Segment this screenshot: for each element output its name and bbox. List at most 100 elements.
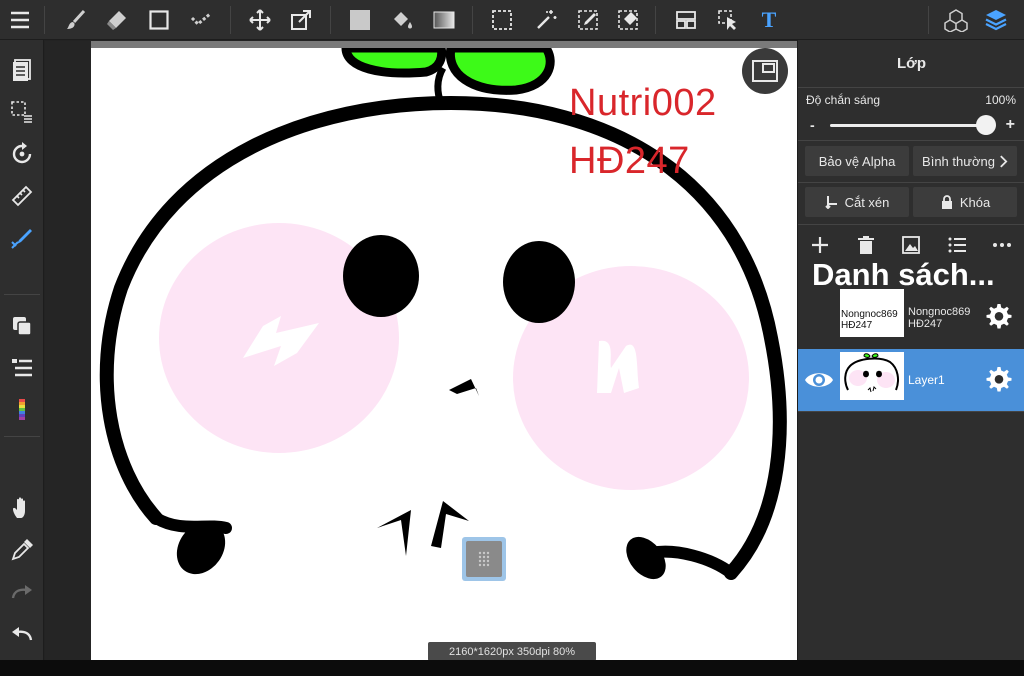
watermark-line-2: HĐ247 xyxy=(569,140,690,182)
drag-handle[interactable] xyxy=(462,537,506,581)
layer-copy-icon[interactable] xyxy=(6,310,38,342)
layer-row[interactable]: Nongnoc869 HĐ247 Nongnoc869 HĐ247 xyxy=(798,286,1024,348)
delete-layer-button[interactable] xyxy=(851,234,881,256)
lock-label: Khóa xyxy=(959,194,991,210)
eyedropper-icon[interactable] xyxy=(6,534,38,566)
layer-name-line-2: HĐ247 xyxy=(908,318,943,330)
brush-icon[interactable] xyxy=(60,4,92,36)
layers-icon[interactable] xyxy=(980,4,1012,36)
blend-mode-button[interactable]: Bình thường xyxy=(913,146,1017,176)
lock-button[interactable]: Khóa xyxy=(913,187,1017,217)
alpha-protect-button[interactable]: Bảo vệ Alpha xyxy=(805,146,909,176)
panel-layout-icon[interactable] xyxy=(670,4,702,36)
more-options-button[interactable] xyxy=(987,234,1017,256)
navigator-icon xyxy=(752,60,778,82)
panel-divider xyxy=(798,224,1024,225)
toolbar-divider xyxy=(472,6,473,34)
thumbnail-text-2: HĐ247 xyxy=(841,320,873,331)
thumbnail-text-1: Nongnoc869 xyxy=(841,309,898,320)
snap-pen-icon[interactable] xyxy=(6,222,38,254)
lock-icon xyxy=(941,195,952,209)
hand-icon[interactable] xyxy=(6,492,38,524)
top-toolbar: T xyxy=(0,0,1024,40)
canvas-edge xyxy=(91,41,797,48)
clipping-icon xyxy=(824,196,837,209)
watermark-line-1: Nutri002 xyxy=(569,82,717,124)
grip-icon xyxy=(478,551,490,567)
toolbar-divider xyxy=(230,6,231,34)
magic-wand-icon[interactable] xyxy=(530,4,562,36)
drawing-canvas[interactable]: Nutri002 HĐ247 xyxy=(91,48,797,660)
app-window: T Nutri002 HĐ247 2160*1620px 350dpi 80% … xyxy=(0,0,1024,676)
canvas-area[interactable]: Nutri002 HĐ247 xyxy=(45,41,797,660)
ruler-icon[interactable] xyxy=(6,180,38,212)
layer-thumbnail-art xyxy=(844,353,899,393)
clipping-label: Cắt xén xyxy=(844,194,890,210)
move-icon[interactable] xyxy=(244,4,276,36)
bottom-strip xyxy=(0,660,1024,676)
undo-icon[interactable] xyxy=(6,618,38,650)
select-eraser-icon[interactable] xyxy=(612,4,644,36)
clipping-button[interactable]: Cắt xén xyxy=(805,187,909,217)
layer-list-icon[interactable] xyxy=(6,352,38,384)
select-rect-icon[interactable] xyxy=(486,4,518,36)
color-palette-icon[interactable] xyxy=(6,394,38,426)
redo-icon[interactable] xyxy=(6,576,38,608)
material-icon[interactable] xyxy=(940,4,972,36)
layer-settings-gear-icon[interactable] xyxy=(984,365,1012,393)
fill-color-icon[interactable] xyxy=(344,4,376,36)
transform-icon[interactable] xyxy=(285,4,317,36)
left-toolbar xyxy=(0,40,44,660)
gradient-icon[interactable] xyxy=(428,4,460,36)
rotate-icon[interactable] xyxy=(6,138,38,170)
more-icon xyxy=(993,243,1011,247)
operation-icon[interactable] xyxy=(712,4,744,36)
opacity-label: Độ chắn sáng xyxy=(806,93,881,107)
rectangle-icon[interactable] xyxy=(143,4,175,36)
layer-name-line-1: Nongnoc869 xyxy=(908,306,971,318)
panel-divider xyxy=(798,182,1024,183)
import-image-button[interactable] xyxy=(896,234,926,256)
toolbar-divider xyxy=(928,6,929,34)
toolbar-divider xyxy=(655,6,656,34)
toolbar-divider xyxy=(44,6,45,34)
opacity-value: 100% xyxy=(985,93,1016,107)
add-layer-button[interactable] xyxy=(805,234,835,256)
blend-mode-label: Bình thường xyxy=(922,153,995,169)
layer-options-list-button[interactable] xyxy=(942,234,972,256)
opacity-slider[interactable] xyxy=(830,124,990,127)
select-pen-icon[interactable] xyxy=(572,4,604,36)
eraser-icon[interactable] xyxy=(101,4,133,36)
list-icon xyxy=(948,237,966,253)
panel-title: Lớp xyxy=(798,40,1024,88)
layer-settings-gear-icon[interactable] xyxy=(984,302,1012,330)
selection-icon[interactable] xyxy=(6,96,38,128)
pages-icon[interactable] xyxy=(6,54,38,86)
layer-name: Layer1 xyxy=(908,373,945,387)
visibility-eye-icon[interactable] xyxy=(804,367,834,393)
character-artwork xyxy=(99,48,787,580)
layer-thumbnail: Nongnoc869 HĐ247 xyxy=(840,289,904,337)
canvas-status: 2160*1620px 350dpi 80% xyxy=(428,642,596,661)
image-icon xyxy=(902,236,920,254)
opacity-slider-thumb[interactable] xyxy=(976,115,996,135)
bucket-icon[interactable] xyxy=(386,4,418,36)
toolbar-divider xyxy=(330,6,331,34)
layer-row-selected[interactable]: Layer1 xyxy=(798,349,1024,411)
layer-panel: Lớp Độ chắn sáng 100% - + Bảo vệ Alpha B… xyxy=(797,40,1024,660)
plus-icon xyxy=(812,237,828,253)
text-icon[interactable]: T xyxy=(753,4,785,36)
navigator-toggle-button[interactable] xyxy=(742,48,788,94)
panel-divider xyxy=(798,140,1024,141)
toolbar-divider xyxy=(4,436,40,437)
layer-row-divider xyxy=(798,411,1024,412)
toolbar-divider xyxy=(4,294,40,295)
menu-icon[interactable] xyxy=(4,4,36,36)
layer-thumbnail xyxy=(840,352,904,400)
trash-icon xyxy=(858,236,874,254)
dot-brush-icon[interactable] xyxy=(185,4,217,36)
opacity-minus-button[interactable]: - xyxy=(810,117,815,133)
opacity-plus-button[interactable]: + xyxy=(1006,116,1015,134)
chevron-right-icon xyxy=(1000,154,1008,168)
drag-handle-inner xyxy=(466,541,502,577)
